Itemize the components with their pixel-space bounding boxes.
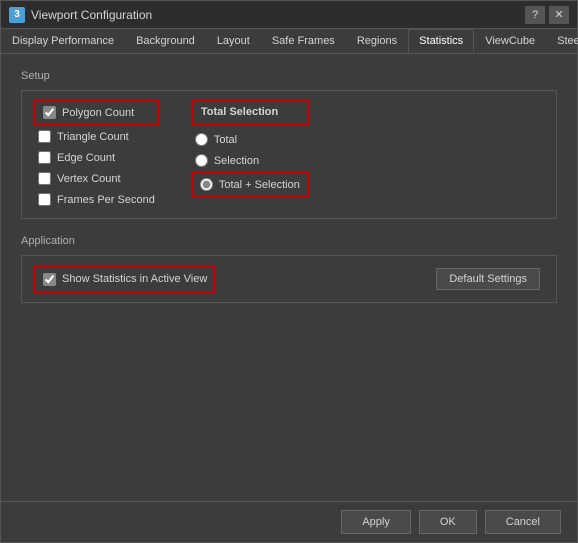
total-label[interactable]: Total	[214, 134, 237, 146]
triangle-count-row: Triangle Count	[38, 130, 155, 143]
total-plus-selection-radio-row: Total + Selection	[195, 175, 305, 194]
viewport-configuration-window: 3 Viewport Configuration ? ✕ Display Per…	[0, 0, 578, 543]
polygon-count-row: Polygon Count	[38, 103, 155, 122]
title-bar-left: 3 Viewport Configuration	[9, 7, 152, 23]
app-icon: 3	[9, 7, 25, 23]
close-button[interactable]: ✕	[549, 6, 569, 24]
total-selection-header-block: Total Selection	[195, 103, 305, 125]
application-section-label: Application	[21, 235, 557, 247]
frames-per-second-checkbox[interactable]	[38, 193, 51, 206]
tab-layout[interactable]: Layout	[206, 29, 261, 53]
title-bar: 3 Viewport Configuration ? ✕	[1, 1, 577, 29]
frames-per-second-row: Frames Per Second	[38, 193, 155, 206]
total-plus-selection-radio[interactable]	[200, 178, 213, 191]
tab-steeringwheels[interactable]: SteeringWheels	[546, 29, 578, 53]
ok-button[interactable]: OK	[419, 510, 477, 534]
title-bar-controls: ? ✕	[525, 6, 569, 24]
tab-background[interactable]: Background	[125, 29, 206, 53]
selection-label[interactable]: Selection	[214, 155, 259, 167]
tab-regions[interactable]: Regions	[346, 29, 408, 53]
setup-section-label: Setup	[21, 70, 557, 82]
window-title: Viewport Configuration	[31, 8, 152, 22]
total-selection-header: Total Selection	[195, 103, 305, 121]
content-area: Setup Polygon Count Triangle Count	[1, 54, 577, 501]
show-statistics-label[interactable]: Show Statistics in Active View	[62, 273, 207, 285]
show-statistics-row: Show Statistics in Active View	[38, 270, 212, 289]
setup-box: Polygon Count Triangle Count Edge Count …	[21, 90, 557, 219]
tab-safe-frames[interactable]: Safe Frames	[261, 29, 346, 53]
selection-radio[interactable]	[195, 154, 208, 167]
vertex-count-label[interactable]: Vertex Count	[57, 173, 121, 185]
triangle-count-checkbox[interactable]	[38, 130, 51, 143]
help-button[interactable]: ?	[525, 6, 545, 24]
tab-display-performance[interactable]: Display Performance	[1, 29, 125, 53]
frames-per-second-label[interactable]: Frames Per Second	[57, 194, 155, 206]
checkboxes-column: Polygon Count Triangle Count Edge Count …	[38, 103, 155, 206]
cancel-button[interactable]: Cancel	[485, 510, 561, 534]
edge-count-checkbox[interactable]	[38, 151, 51, 164]
application-box: Show Statistics in Active View Default S…	[21, 255, 557, 303]
tab-viewcube[interactable]: ViewCube	[474, 29, 546, 53]
total-radio[interactable]	[195, 133, 208, 146]
total-radio-row: Total	[195, 133, 305, 146]
selection-radio-row: Selection	[195, 154, 305, 167]
tab-statistics[interactable]: Statistics	[408, 29, 474, 53]
polygon-count-label[interactable]: Polygon Count	[62, 107, 134, 119]
total-plus-selection-label[interactable]: Total + Selection	[219, 179, 300, 191]
vertex-count-checkbox[interactable]	[38, 172, 51, 185]
polygon-count-checkbox[interactable]	[43, 106, 56, 119]
default-settings-button[interactable]: Default Settings	[436, 268, 540, 290]
edge-count-row: Edge Count	[38, 151, 155, 164]
bottom-bar: Apply OK Cancel	[1, 501, 577, 542]
tab-bar: Display Performance Background Layout Sa…	[1, 29, 577, 54]
radios-column: Total Selection Total Selection Total + …	[195, 103, 305, 206]
triangle-count-label[interactable]: Triangle Count	[57, 131, 129, 143]
show-statistics-checkbox[interactable]	[43, 273, 56, 286]
setup-columns: Polygon Count Triangle Count Edge Count …	[38, 103, 540, 206]
apply-button[interactable]: Apply	[341, 510, 411, 534]
vertex-count-row: Vertex Count	[38, 172, 155, 185]
application-row: Show Statistics in Active View Default S…	[38, 268, 540, 290]
edge-count-label[interactable]: Edge Count	[57, 152, 115, 164]
